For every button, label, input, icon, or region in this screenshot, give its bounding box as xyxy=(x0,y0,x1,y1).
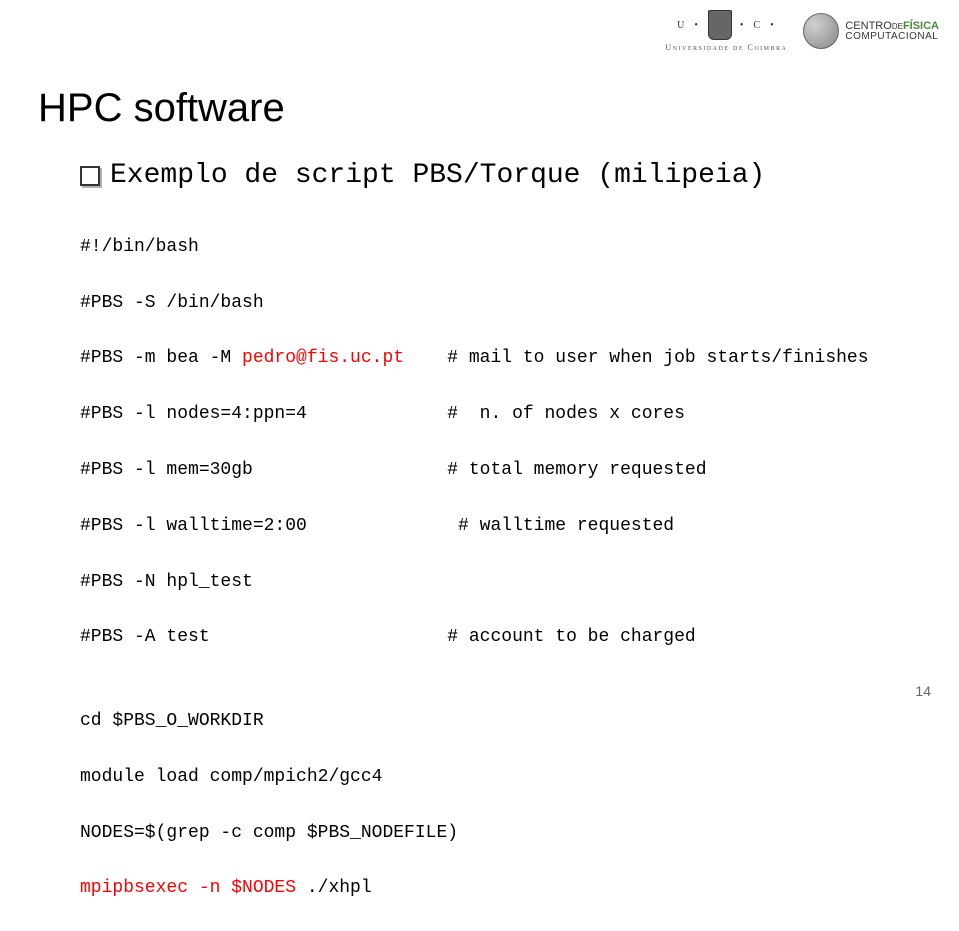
square-bullet-icon xyxy=(80,166,100,186)
bullet-item: Exemplo de script PBS/Torque (milipeia) xyxy=(80,160,765,191)
page-title: HPC software xyxy=(38,86,285,131)
sphere-icon xyxy=(803,13,839,49)
code-line: mpipbsexec -n $NODES ./xhpl xyxy=(80,875,869,903)
code-line: #!/bin/bash xyxy=(80,234,869,262)
code-line: #PBS -S /bin/bash xyxy=(80,290,869,318)
code-line: NODES=$(grep -c comp $PBS_NODEFILE) xyxy=(80,820,869,848)
cfc-line1: CENTRODEFÍSICA xyxy=(845,21,939,32)
header-logos: U • • C • Universidade de Coimbra CENTRO… xyxy=(665,10,939,52)
code-line: #PBS -l walltime=2:00 # walltime request… xyxy=(80,513,869,541)
code-line: cd $PBS_O_WORKDIR xyxy=(80,708,869,736)
code-line: #PBS -m bea -M pedro@fis.uc.pt # mail to… xyxy=(80,345,869,373)
logo-universidade: U • • C • Universidade de Coimbra xyxy=(665,10,787,52)
cfc-line2: COMPUTACIONAL xyxy=(845,32,939,42)
code-line: #PBS -l mem=30gb # total memory requeste… xyxy=(80,457,869,485)
bullet-text: Exemplo de script PBS/Torque (milipeia) xyxy=(110,160,765,191)
uc-letter-u: U xyxy=(677,20,686,31)
highlight-cmd: mpipbsexec -n $NODES xyxy=(80,878,307,898)
crest-icon xyxy=(708,10,732,40)
code-line: #PBS -l nodes=4:ppn=4 # n. of nodes x co… xyxy=(80,401,869,429)
code-line: #PBS -N hpl_test xyxy=(80,569,869,597)
highlight-email: pedro@fis.uc.pt xyxy=(242,348,404,368)
code-line-highlight: module load comp/mpich2/gcc4 xyxy=(80,764,869,792)
page-number: 14 xyxy=(915,683,931,699)
uc-letter-c: C xyxy=(753,20,762,31)
code-line: #PBS -A test # account to be charged xyxy=(80,624,869,652)
uc-subtitle: Universidade de Coimbra xyxy=(665,43,787,52)
code-block: #!/bin/bash #PBS -S /bin/bash #PBS -m be… xyxy=(80,206,869,931)
logo-cfc: CENTRODEFÍSICA COMPUTACIONAL xyxy=(803,13,939,49)
